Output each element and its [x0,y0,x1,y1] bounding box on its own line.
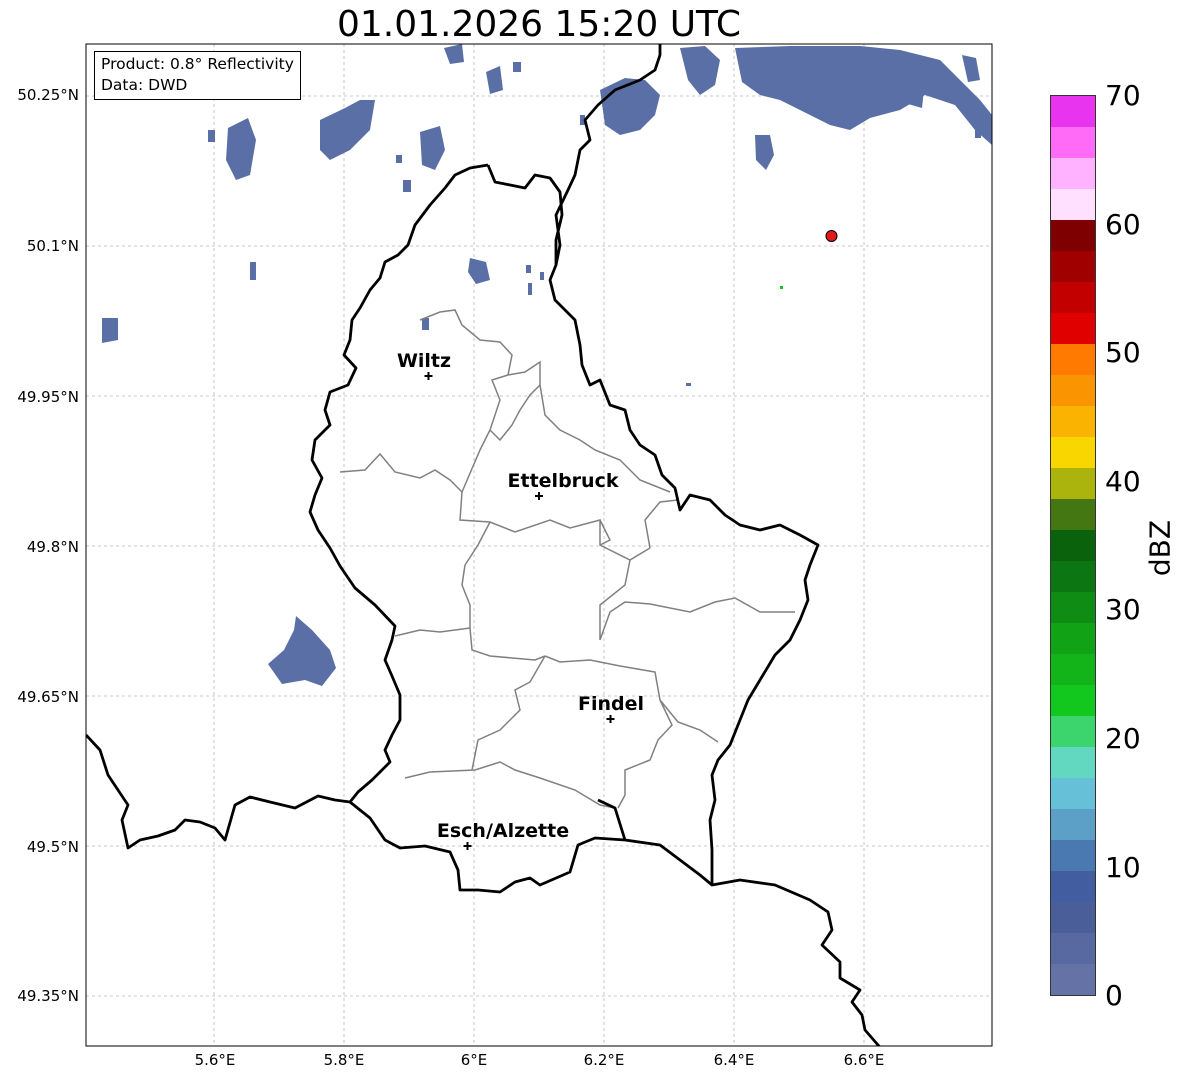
lat-label: 49.35°N [17,987,79,1005]
lon-label: 6.4°E [713,1051,755,1069]
colorbar-segment [1051,251,1095,282]
echo-cell [208,130,215,142]
colorbar-segment [1051,871,1095,902]
city-label-esch-alzette: Esch/Alzette [436,820,570,842]
colorbar-segment [1051,344,1095,375]
colorbar-segment [1051,189,1095,220]
echo-cell [250,262,256,280]
product-label: Product: 0.8° Reflectivity [101,55,294,73]
colorbar-segment [1051,220,1095,251]
echo-cell [860,100,866,106]
lat-label: 50.25°N [17,86,79,104]
echo-cluster [486,66,503,94]
echo-cluster [102,318,118,343]
echo-cluster [735,46,992,145]
echo-cell [528,283,532,295]
graticule [86,44,992,1046]
echo-cluster [468,258,490,284]
colorbar-segment [1051,530,1095,561]
colorbar-segment [1051,313,1095,344]
colorbar-segment [1051,406,1095,437]
colorbar-segment [1051,747,1095,778]
echo-cluster [268,616,336,686]
lon-label: 6.6°E [843,1051,885,1069]
echo-cluster [680,46,720,95]
colorbar-segment [1051,282,1095,313]
echo-cluster [962,55,980,82]
lat-label: 49.8°N [26,538,79,556]
city-label-wiltz: Wiltz [396,350,452,372]
echo-cluster [226,118,256,180]
colorbar-segment [1051,96,1095,127]
radar-echoes [102,44,992,686]
colorbar-segment [1051,375,1095,406]
city-marker [463,842,472,850]
colorbar [1050,95,1096,996]
colorbar-segment [1051,964,1095,995]
echo-cell [513,62,521,72]
echo-cluster [600,78,660,135]
city-label-ettelbruck: Ettelbruck [507,470,619,492]
colorbar-segment [1051,468,1095,499]
echo-cluster [908,90,924,108]
colorbar-segment [1051,623,1095,654]
colorbar-segment [1051,499,1095,530]
colorbar-segment [1051,716,1095,747]
radar-map [85,43,993,1047]
lon-label: 6°E [460,1051,488,1069]
city-marker [424,372,433,380]
echo-cell [975,130,981,138]
echo-cell [540,272,544,280]
colorbar-segment [1051,933,1095,964]
lat-label: 49.65°N [17,688,79,706]
map-title: 01.01.2026 15:20 UTC [336,4,742,45]
colorbar-tick: 10 [1105,851,1141,884]
colorbar-tick: 30 [1105,593,1141,626]
colorbar-segment [1051,840,1095,871]
lon-label: 6.2°E [583,1051,625,1069]
colorbar-segment [1051,561,1095,592]
radar-site-marker[interactable] [825,230,838,242]
lon-label: 5.8°E [323,1051,365,1069]
colorbar-tick: 60 [1105,208,1141,241]
echo-cluster [420,126,445,170]
province-boundaries [339,309,795,809]
city-label-findel: Findel [577,693,645,715]
echo-cell [526,265,531,273]
echo-cell [422,318,429,330]
luxembourg-border [86,44,881,1046]
echo-cell [403,180,411,192]
lat-label: 49.5°N [26,838,79,856]
colorbar-tick: 0 [1105,979,1123,1012]
colorbar-segment [1051,437,1095,468]
colorbar-label: dBZ [1143,519,1177,577]
echo-cell [686,383,691,386]
lon-label: 5.6°E [194,1051,236,1069]
colorbar-segment [1051,127,1095,158]
colorbar-segment [1051,902,1095,933]
echo-cell [780,286,783,289]
colorbar-segment [1051,778,1095,809]
colorbar-segment [1051,158,1095,189]
map-frame [85,43,993,1047]
echo-cell [396,155,402,163]
echo-cluster [755,135,774,170]
data-source-label: Data: DWD [101,76,188,94]
colorbar-tick: 50 [1105,336,1141,369]
colorbar-segment [1051,685,1095,716]
colorbar-tick: 20 [1105,722,1141,755]
product-info-box: Product: 0.8° Reflectivity Data: DWD [94,51,301,100]
echo-cluster [320,100,375,160]
lat-label: 50.1°N [26,237,79,255]
city-marker [606,715,615,723]
city-marker [535,492,543,500]
colorbar-segment [1051,592,1095,623]
lat-label: 49.95°N [17,388,79,406]
colorbar-segment [1051,809,1095,840]
colorbar-tick: 70 [1105,79,1141,112]
colorbar-tick: 40 [1105,465,1141,498]
colorbar-segment [1051,654,1095,685]
